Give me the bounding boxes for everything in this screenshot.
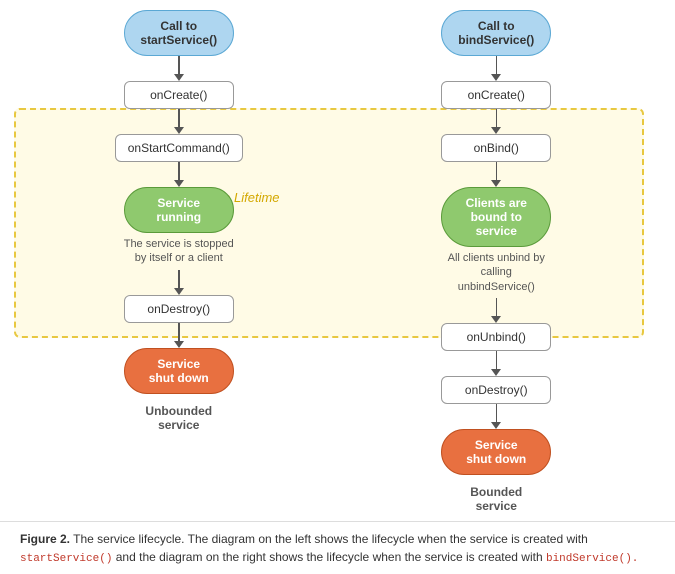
- right-column: Call to bindService() onCreate() onBind(…: [416, 10, 576, 513]
- arrow-head: [491, 369, 501, 376]
- arrow-head: [174, 288, 184, 295]
- left-ondestroy-node: onDestroy(): [124, 295, 234, 323]
- left-service-shutdown-node: Service shut down: [124, 348, 234, 394]
- right-oncreate-node: onCreate(): [441, 81, 551, 109]
- right-arrow-3: [491, 162, 501, 187]
- arrow-line: [496, 162, 498, 180]
- arrow-line: [496, 109, 498, 127]
- right-start-node: Call to bindService(): [441, 10, 551, 56]
- left-oncreate-node: onCreate(): [124, 81, 234, 109]
- arrow-line: [178, 109, 180, 127]
- arrow-head: [174, 74, 184, 81]
- left-service-running-node: Service running: [124, 187, 234, 233]
- right-arrow-6: [491, 404, 501, 429]
- right-onunbind-node: onUnbind(): [441, 323, 551, 351]
- arrow-line: [178, 162, 180, 180]
- left-arrow-1: [174, 56, 184, 81]
- right-onbind-node: onBind(): [441, 134, 551, 162]
- left-arrow-2: [174, 109, 184, 134]
- right-service-shutdown-node: Service shut down: [441, 429, 551, 475]
- columns-container: Call to startService() onCreate() onStar…: [20, 10, 655, 513]
- arrow-line: [496, 56, 498, 74]
- arrow-head: [491, 74, 501, 81]
- arrow-head: [491, 422, 501, 429]
- arrow-head: [491, 127, 501, 134]
- left-arrow-3: [174, 162, 184, 187]
- right-arrow-1: [491, 56, 501, 81]
- arrow-head: [174, 180, 184, 187]
- caption-code-2: bindService().: [546, 553, 638, 565]
- right-clients-bound-node: Clients are bound to service: [441, 187, 551, 247]
- arrow-line: [496, 298, 498, 316]
- arrow-head: [174, 341, 184, 348]
- caption-code-1: startService(): [20, 553, 112, 565]
- right-arrow-4: [491, 298, 501, 323]
- left-onstartcommand-node: onStartCommand(): [115, 134, 243, 162]
- left-start-node: Call to startService(): [124, 10, 234, 56]
- arrow-line: [178, 56, 180, 74]
- arrow-line: [496, 351, 498, 369]
- diagram-container: Active Lifetime Call to startService() o…: [0, 0, 675, 521]
- arrow-line: [178, 323, 180, 341]
- left-arrow-4: [174, 270, 184, 295]
- left-column: Call to startService() onCreate() onStar…: [99, 10, 259, 432]
- figure-number: Figure 2.: [20, 532, 70, 546]
- right-side-text: All clients unbind by calling unbindServ…: [431, 251, 561, 294]
- arrow-head: [174, 127, 184, 134]
- caption-text-1: The service lifecycle. The diagram on th…: [70, 532, 588, 546]
- arrow-line: [496, 404, 498, 422]
- left-side-text: The service is stopped by itself or a cl…: [124, 237, 234, 266]
- arrow-line: [178, 270, 180, 288]
- right-arrow-2: [491, 109, 501, 134]
- left-arrow-5: [174, 323, 184, 348]
- right-arrow-5: [491, 351, 501, 376]
- right-ondestroy-node: onDestroy(): [441, 376, 551, 404]
- right-column-label: Bounded service: [470, 485, 522, 513]
- arrow-head: [491, 180, 501, 187]
- figure-caption: Figure 2. The service lifecycle. The dia…: [0, 521, 675, 574]
- arrow-head: [491, 316, 501, 323]
- left-column-label: Unbounded service: [145, 404, 212, 432]
